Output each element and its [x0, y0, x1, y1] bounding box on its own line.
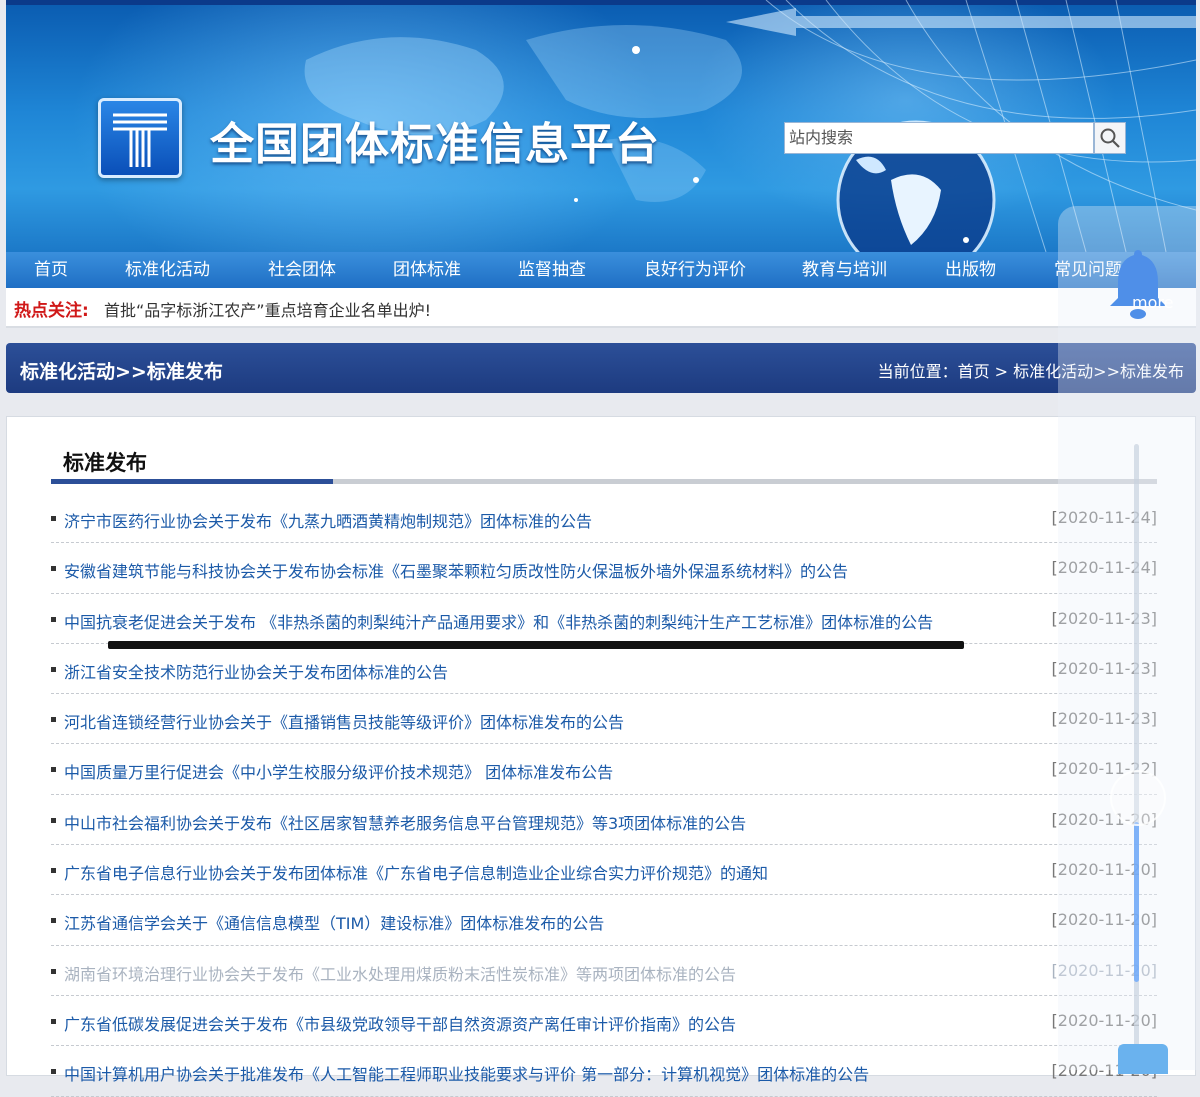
search-icon: [1100, 128, 1120, 148]
list-item[interactable]: 湖南省环境治理行业协会关于发布《工业水处理用煤质粉末活性炭标准》等两项团体标准的…: [51, 946, 1157, 996]
scrollbar-progress: [1134, 822, 1139, 982]
site-title: 全国团体标准信息平台: [210, 119, 660, 170]
list-item[interactable]: 江苏省通信学会关于《通信信息模型（TIM）建设标准》团体标准发布的公告 [202…: [51, 895, 1157, 946]
announcement-title[interactable]: 广东省电子信息行业协会关于发布团体标准《广东省电子信息制造业企业综合实力评价规范…: [64, 860, 768, 884]
announcement-title[interactable]: 湖南省环境治理行业协会关于发布《工业水处理用煤质粉末活性炭标准》等两项团体标准的…: [64, 961, 736, 985]
list-item[interactable]: 中国质量万里行促进会《中小学生校服分级评价技术规范》 团体标准发布公告 [202…: [51, 744, 1157, 795]
search-button[interactable]: [1094, 122, 1126, 154]
bullet-icon: [51, 918, 56, 924]
announcement-list: 济宁市医药行业协会关于发布《九蒸九晒酒黄精炮制规范》团体标准的公告 [2020-…: [51, 493, 1157, 1097]
more-link[interactable]: more: [1132, 293, 1173, 312]
bullet-icon: [51, 1018, 56, 1024]
announcement-title[interactable]: 广东省低碳发展促进会关于发布《市县级党政领导干部自然资源资产离任审计评价指南》的…: [64, 1011, 736, 1035]
bullet-icon: [51, 817, 56, 823]
nav-item-inspection[interactable]: 监督抽查: [518, 252, 586, 288]
hot-topics-link[interactable]: 首批“品字标浙江农产”重点培育企业名单出炉!: [104, 297, 431, 321]
hot-topics-bar: 热点关注: 首批“品字标浙江农产”重点培育企业名单出炉!: [6, 288, 1196, 328]
list-item[interactable]: 中山市社会福利协会关于发布《社区居家智慧养老服务信息平台管理规范》等3项团体标准…: [51, 795, 1157, 846]
announcement-title[interactable]: 中国计算机用户协会关于批准发布《人工智能工程师职业技能要求与评价 第一部分：计算…: [64, 1061, 869, 1085]
bullet-icon: [51, 868, 56, 874]
scroll-handle[interactable]: [1110, 770, 1166, 826]
list-item[interactable]: 广东省低碳发展促进会关于发布《市县级党政领导干部自然资源资产离任审计评价指南》的…: [51, 996, 1157, 1047]
list-item[interactable]: 广东省电子信息行业协会关于发布团体标准《广东省电子信息制造业企业综合实力评价规范…: [51, 845, 1157, 896]
nav-item-training[interactable]: 教育与培训: [802, 252, 887, 288]
nav-item-organizations[interactable]: 社会团体: [268, 252, 336, 288]
list-item[interactable]: 浙江省安全技术防范行业协会关于发布团体标准的公告 [2020-11-23]: [51, 644, 1157, 695]
panel-title-rule: [51, 479, 1157, 484]
floating-side-panel: [1058, 206, 1200, 1070]
announcement-title[interactable]: 济宁市医药行业协会关于发布《九蒸九晒酒黄精炮制规范》团体标准的公告: [64, 508, 592, 532]
nav-item-publications[interactable]: 出版物: [945, 252, 996, 288]
bullet-icon: [51, 717, 56, 723]
list-item[interactable]: 济宁市医药行业协会关于发布《九蒸九晒酒黄精炮制规范》团体标准的公告 [2020-…: [51, 493, 1157, 544]
announcement-title[interactable]: 中国抗衰老促进会关于发布 《非热杀菌的刺梨纯汁产品通用要求》和《非热杀菌的刺梨纯…: [64, 609, 933, 633]
panel-title: 标准发布: [63, 451, 147, 475]
list-item[interactable]: 中国抗衰老促进会关于发布 《非热杀菌的刺梨纯汁产品通用要求》和《非热杀菌的刺梨纯…: [51, 594, 1157, 644]
bullet-icon: [51, 616, 56, 622]
list-item[interactable]: 河北省连锁经营行业协会关于《直播销售员技能等级评价》团体标准发布的公告 [202…: [51, 694, 1157, 745]
nav-item-activities[interactable]: 标准化活动: [125, 252, 210, 288]
bullet-icon: [51, 516, 56, 521]
nav-item-evaluation[interactable]: 良好行为评价: [644, 252, 746, 288]
bullet-icon: [51, 968, 56, 974]
bullet-icon: [51, 666, 56, 672]
bullet-icon: [51, 767, 56, 773]
announcement-title[interactable]: 中国质量万里行促进会《中小学生校服分级评价技术规范》 团体标准发布公告: [64, 759, 613, 783]
content-panel: 标准发布 济宁市医药行业协会关于发布《九蒸九晒酒黄精炮制规范》团体标准的公告 […: [6, 416, 1196, 1097]
section-title: 标准化活动>>标准发布: [20, 361, 223, 383]
announcement-title[interactable]: 安徽省建筑节能与科技协会关于发布协会标准《石墨聚苯颗粒匀质改性防火保温板外墙外保…: [64, 558, 848, 582]
nav-item-home[interactable]: 首页: [34, 252, 68, 288]
main-nav: 首页 标准化活动 社会团体 团体标准 监督抽查 良好行为评价 教育与培训 出版物…: [6, 252, 1196, 288]
bell-icon[interactable]: [1104, 246, 1172, 324]
t-standard-logo-icon[interactable]: [98, 98, 182, 178]
nav-item-standards[interactable]: 团体标准: [393, 252, 461, 288]
redaction-bar: [108, 641, 964, 649]
announcement-title[interactable]: 中山市社会福利协会关于发布《社区居家智慧养老服务信息平台管理规范》等3项团体标准…: [64, 810, 746, 834]
announcement-title[interactable]: 浙江省安全技术防范行业协会关于发布团体标准的公告: [64, 659, 448, 683]
panel-title-accent: [51, 479, 333, 484]
announcement-title[interactable]: 江苏省通信学会关于《通信信息模型（TIM）建设标准》团体标准发布的公告: [64, 910, 604, 934]
search-input[interactable]: 站内搜索: [784, 122, 1094, 154]
announcement-title[interactable]: 河北省连锁经营行业协会关于《直播销售员技能等级评价》团体标准发布的公告: [64, 709, 624, 733]
bullet-icon: [51, 566, 56, 572]
hot-topics-label: 热点关注:: [14, 301, 89, 321]
section-header: 标准化活动>>标准发布 当前位置：首页 > 标准化活动>>标准发布: [6, 343, 1196, 393]
bullet-icon: [51, 1069, 56, 1075]
list-item[interactable]: 安徽省建筑节能与科技协会关于发布协会标准《石墨聚苯颗粒匀质改性防火保温板外墙外保…: [51, 543, 1157, 594]
list-item[interactable]: 中国计算机用户协会关于批准发布《人工智能工程师职业技能要求与评价 第一部分：计算…: [51, 1046, 1157, 1097]
